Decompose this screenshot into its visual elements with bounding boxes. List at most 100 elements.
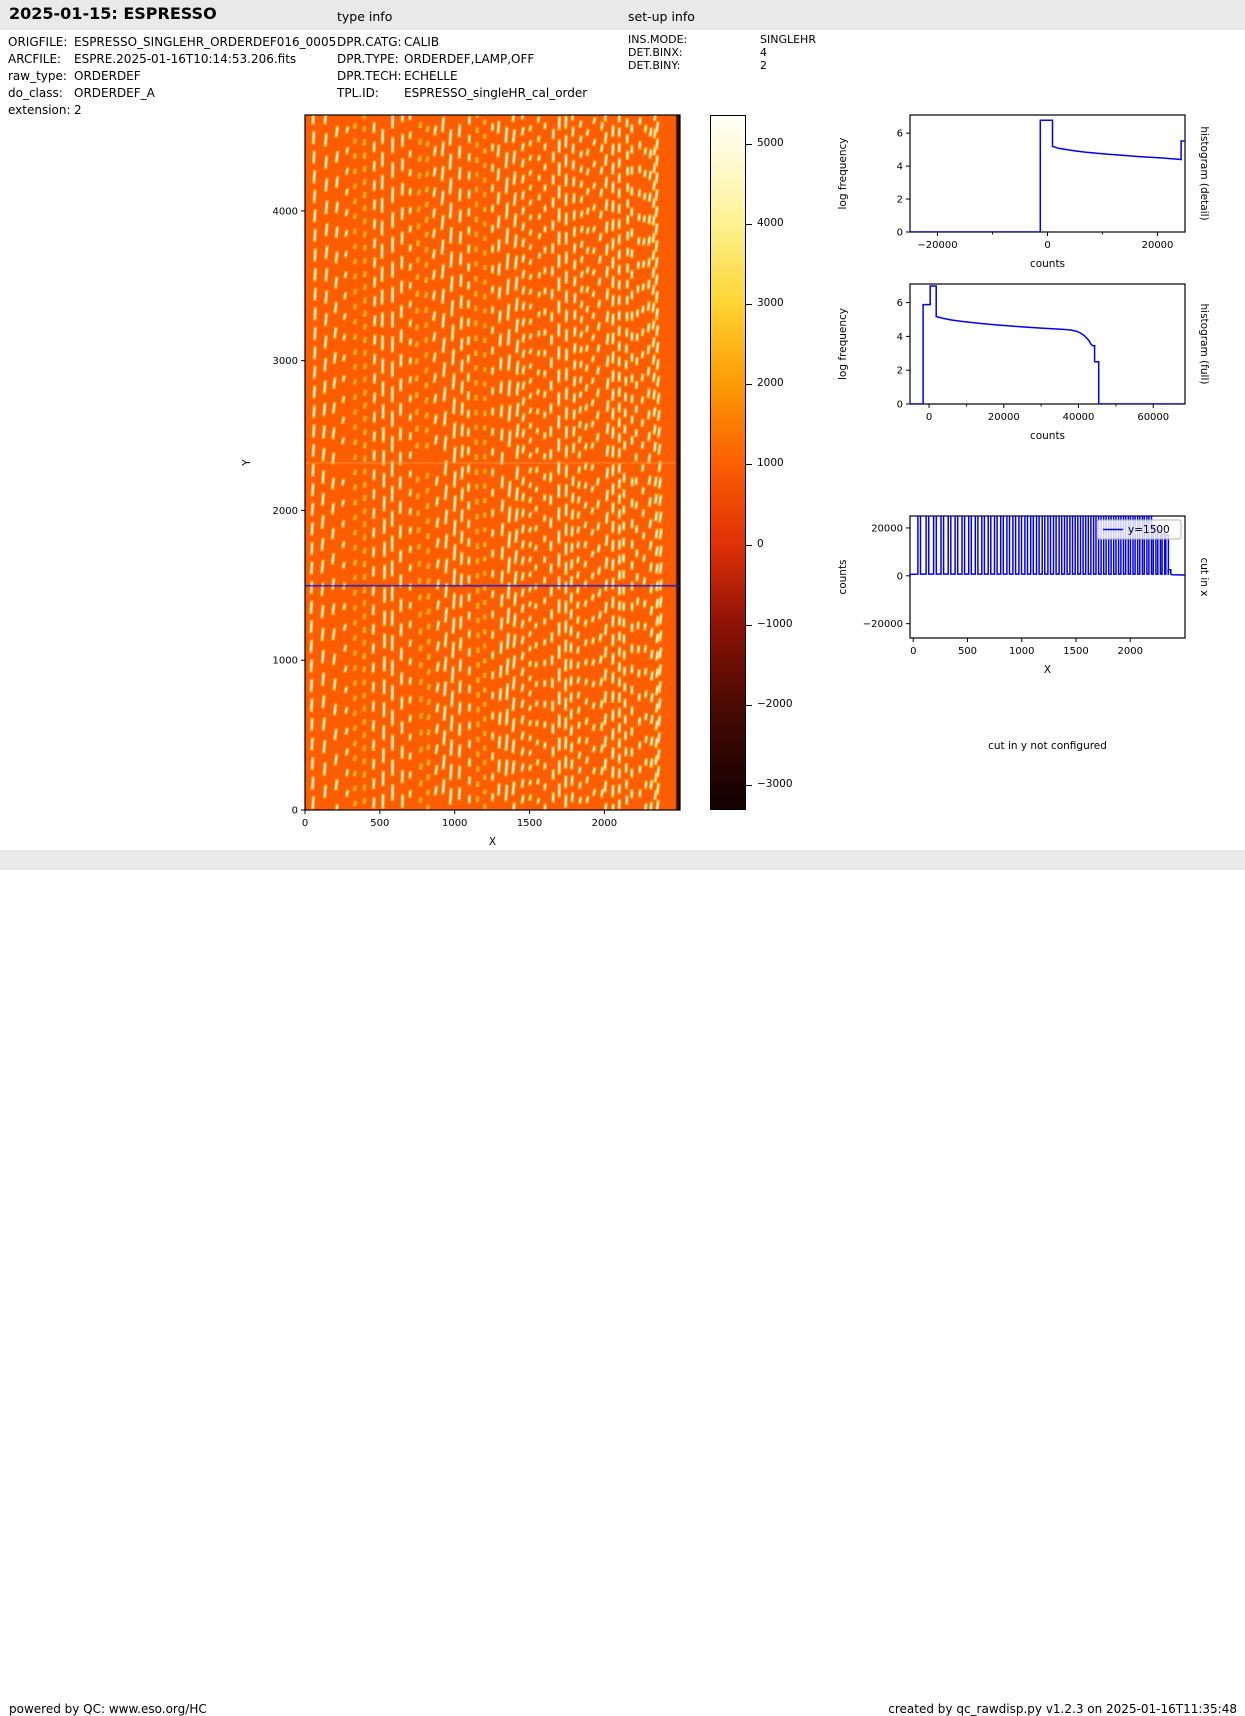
colorbar-tick-label: −1000 (757, 617, 793, 630)
cut-legend-label: y=1500 (1128, 524, 1170, 536)
type-info-heading: type info (337, 9, 393, 24)
colorbar-tick (746, 624, 752, 626)
colorbar (710, 115, 746, 810)
raw-image-xlabel: X (489, 836, 496, 848)
field-label: DPR.TECH: (337, 69, 402, 83)
svg-text:0: 0 (897, 571, 903, 582)
colorbar-tick (746, 384, 752, 386)
footer-created-by: created by qc_rawdisp.py v1.2.3 on 2025-… (888, 1702, 1237, 1716)
svg-text:0: 0 (897, 400, 903, 411)
colorbar-tick (746, 304, 752, 306)
raw-image-axes: 0 500 1000 1500 2000 0 1000 2000 3000 4000 X Y (241, 114, 681, 848)
svg-text:1000: 1000 (442, 818, 467, 829)
field-value: SINGLEHR (760, 33, 816, 46)
field-value: 2 (74, 103, 82, 117)
svg-text:−20000: −20000 (917, 240, 957, 251)
svg-text:6: 6 (897, 298, 903, 309)
colorbar-tick-label: 5000 (757, 136, 784, 149)
field-value: ECHELLE (404, 69, 458, 83)
cut-in-y-note: cut in y not configured (988, 740, 1107, 752)
histogram-detail-axes: −20000 0 20000 0 2 4 6 counts log frequency histo… (837, 114, 1210, 270)
field-value: ESPRESSO_singleHR_cal_order (404, 86, 588, 100)
colorbar-tick-label: 2000 (757, 377, 784, 390)
svg-text:4: 4 (897, 332, 903, 343)
colorbar-tick-label: 3000 (757, 297, 784, 310)
raw-image-ylabel: Y (241, 459, 253, 467)
svg-text:2000: 2000 (592, 818, 617, 829)
field-value: ORDERDEF,LAMP,OFF (404, 52, 535, 66)
svg-text:2: 2 (897, 195, 903, 206)
svg-text:1500: 1500 (1063, 646, 1088, 657)
colorbar-tick (746, 704, 752, 706)
field-value: ORDERDEF_A (74, 86, 155, 100)
histogram-detail-series (910, 119, 1185, 232)
svg-text:1000: 1000 (1009, 646, 1034, 657)
colorbar-tick-label: −2000 (757, 697, 793, 710)
colorbar-tick-label: −3000 (757, 777, 793, 790)
field-label: INS.MODE: (628, 33, 688, 46)
svg-text:0: 0 (1044, 240, 1050, 251)
footer-bar: powered by QC: www.eso.org/HC created by… (0, 850, 1245, 1716)
svg-text:4000: 4000 (273, 206, 298, 217)
histogram-detail-xlabel: counts (1030, 258, 1065, 270)
svg-text:1500: 1500 (517, 818, 542, 829)
colorbar-tick (746, 143, 752, 145)
field-value: 4 (760, 46, 767, 59)
svg-text:20000: 20000 (871, 523, 903, 534)
svg-text:0: 0 (897, 228, 903, 239)
colorbar-tick (746, 464, 752, 466)
svg-text:20000: 20000 (1142, 240, 1174, 251)
field-label: extension: (8, 103, 71, 117)
colorbar-tick (746, 223, 752, 225)
field-label: DET.BINX: (628, 46, 683, 59)
svg-text:6: 6 (897, 129, 903, 140)
histogram-detail-ylabel: log frequency (837, 137, 849, 209)
svg-text:0: 0 (292, 806, 298, 817)
field-label: raw_type: (8, 69, 67, 83)
svg-text:2000: 2000 (273, 506, 298, 517)
svg-text:0: 0 (910, 646, 916, 657)
svg-text:2: 2 (897, 366, 903, 377)
colorbar-tick (746, 544, 752, 546)
svg-text:−20000: −20000 (863, 619, 903, 630)
cut-in-x-ylabel: counts (837, 559, 849, 594)
setup-info-heading: set-up info (628, 9, 695, 24)
field-label: ARCFILE: (8, 52, 62, 66)
footer-powered-by: powered by QC: www.eso.org/HC (9, 1702, 207, 1716)
field-label: do_class: (8, 86, 63, 100)
svg-text:2000: 2000 (1117, 646, 1142, 657)
histogram-detail-right-title: histogram (detail) (1198, 126, 1210, 220)
field-label: DPR.TYPE: (337, 52, 399, 66)
field-label: TPL.ID: (337, 86, 379, 100)
field-label: DET.BINY: (628, 59, 681, 72)
cut-in-x-axes: 0 500 1000 1500 2000 −20000 0 20000 Xcounts cut i… (837, 515, 1210, 676)
cut-in-x-xlabel: X (1044, 664, 1051, 676)
svg-text:3000: 3000 (273, 356, 298, 367)
cut-in-x-plot: 0 500 1000 1500 2000 −20000 0 20000 Xcounts cut i… (837, 515, 1210, 676)
colorbar-tick (746, 784, 752, 786)
svg-text:500: 500 (958, 646, 977, 657)
svg-text:40000: 40000 (1063, 412, 1095, 423)
colorbar-tick-label: 4000 (757, 216, 784, 229)
field-value: CALIB (404, 35, 440, 49)
svg-text:60000: 60000 (1137, 412, 1169, 423)
field-value: ESPRESSO_SINGLEHR_ORDERDEF016_0005 (74, 35, 337, 49)
field-value: 2 (760, 59, 767, 72)
cut-in-x-legend: y=1500 (1096, 519, 1182, 540)
svg-text:20000: 20000 (988, 412, 1020, 423)
histogram-full-right-title: histogram (full) (1198, 304, 1210, 385)
colorbar-tick-label: 1000 (757, 457, 784, 470)
svg-text:1000: 1000 (273, 656, 298, 667)
header-bar: 2025-01-15: ESPRESSO type info set-up in… (0, 0, 1245, 30)
histogram-full-plot: 0 20000 40000 60000 0 2 4 6 counts log frequency h… (837, 283, 1210, 442)
histogram-full-series (910, 285, 1184, 404)
histogram-detail-plot: −20000 0 20000 0 2 4 6 counts log frequency histo… (837, 114, 1210, 270)
histogram-full-ylabel: log frequency (837, 308, 849, 380)
colorbar-tick-label: 0 (757, 537, 764, 550)
svg-text:0: 0 (926, 412, 932, 423)
field-value: ORDERDEF (74, 69, 141, 83)
svg-text:0: 0 (302, 818, 308, 829)
raw-image-axes: 0 500 1000 1500 2000 0 1000 2000 3000 4000 X Y (241, 114, 681, 848)
field-label: ORIGFILE: (8, 35, 68, 49)
page-title: 2025-01-15: ESPRESSO (9, 4, 217, 23)
